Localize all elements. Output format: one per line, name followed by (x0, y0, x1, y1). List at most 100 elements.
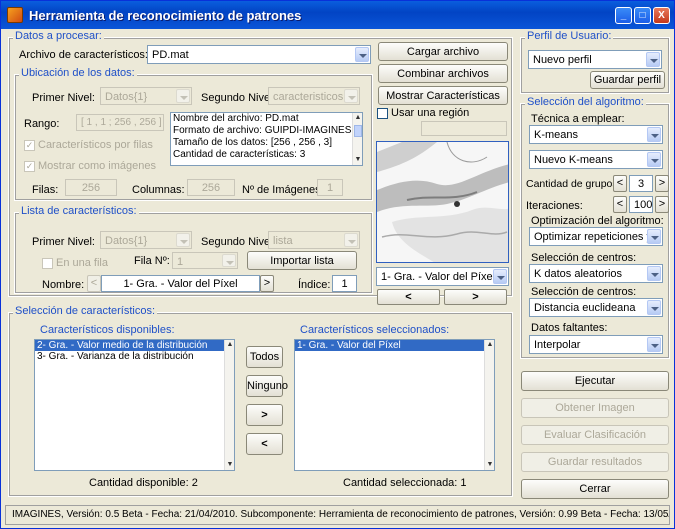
cantidad-disponible: Cantidad disponible: 2 (89, 477, 198, 489)
lista-segundo-select[interactable]: lista (268, 231, 360, 249)
chevron-down-icon (647, 152, 661, 167)
centros-select[interactable]: K datos aleatorios (529, 264, 663, 283)
title-bar[interactable]: Herramienta de reconocimiento de patrone… (1, 1, 674, 29)
chevron-down-icon (646, 52, 660, 67)
chevron-down-icon (176, 89, 190, 103)
scroll-up-icon[interactable]: ▲ (225, 340, 234, 350)
checkmark-icon: ✓ (24, 160, 35, 172)
combinar-archivos-button[interactable]: Combinar archivos (378, 64, 508, 83)
region-input[interactable] (421, 121, 507, 136)
segundo-nivel-label: Segundo Nivel: (201, 92, 276, 104)
guardar-perfil-button[interactable]: Guardar perfil (590, 71, 665, 89)
seleccionados-listbox[interactable]: 1- Gra. - Valor del Píxel ▲ ▼ (294, 339, 495, 471)
seleccionados-label: Característicos seleccionados: (300, 324, 450, 336)
info-line: Formato de archivo: GUIPDI-IMAGINES (173, 125, 352, 136)
scroll-down-icon[interactable]: ▼ (225, 460, 234, 470)
info-scrollbar[interactable]: ▲ ▼ (352, 113, 362, 165)
kmeans-variant-select[interactable]: Nuevo K-means (529, 150, 663, 169)
indice-label: Índice: (298, 279, 331, 291)
preview-select-value: 1- Gra. - Valor del Píxel (381, 271, 496, 283)
scroll-up-icon[interactable]: ▲ (485, 340, 494, 350)
preview-select[interactable]: 1- Gra. - Valor del Píxel (376, 267, 509, 286)
remove-feature-button[interactable]: < (246, 433, 283, 455)
list-item[interactable]: 2- Gra. - Valor medio de la distribución (35, 340, 234, 351)
chk-fila[interactable]: En una fila (42, 257, 108, 269)
iter-inc-button[interactable]: > (655, 196, 669, 213)
scroll-down-icon[interactable]: ▼ (485, 460, 494, 470)
info-listbox[interactable]: Nombre del archivo: PD.mat Formato de ar… (170, 112, 363, 166)
ejecutar-button[interactable]: Ejecutar (521, 371, 669, 391)
chk-filas-label: Característicos por filas (38, 139, 153, 151)
checkbox-icon (377, 107, 388, 119)
grupos-inc-button[interactable]: > (655, 175, 669, 192)
evaluar-clasificacion-button[interactable]: Evaluar Clasificación (521, 425, 669, 445)
scroll-thumb[interactable] (354, 125, 362, 137)
close-button[interactable]: X (653, 7, 670, 24)
ninguno-button[interactable]: Ninguno (246, 375, 288, 397)
primer-nivel-value: Datos{1} (105, 91, 148, 103)
faltantes-select[interactable]: Interpolar (529, 335, 663, 354)
filas-label: Filas: (32, 184, 59, 196)
distancia-select[interactable]: Distancia euclideana (529, 298, 663, 317)
chk-imagenes[interactable]: ✓ Mostrar como imágenes (24, 160, 156, 172)
archivo-label: Archivo de característicos: (19, 49, 148, 61)
centros-value: K datos aleatorios (534, 268, 623, 280)
list-item[interactable]: 3- Gra. - Varianza de la distribución (35, 351, 234, 362)
perfil-select[interactable]: Nuevo perfil (528, 50, 662, 69)
minimize-button[interactable]: _ (615, 7, 632, 24)
scroll-up-icon[interactable]: ▲ (353, 113, 362, 123)
mostrar-caracteristicas-button[interactable]: Mostrar Características (378, 86, 508, 105)
columnas-input[interactable]: 256 (187, 179, 235, 196)
maximize-button[interactable]: □ (634, 7, 651, 24)
tecnica-value: K-means (534, 129, 579, 141)
main-window: Herramienta de reconocimiento de patrone… (0, 0, 675, 529)
filas-input[interactable]: 256 (65, 179, 117, 196)
lista-primer-select[interactable]: Datos{1} (100, 231, 192, 249)
chevron-down-icon (647, 127, 661, 142)
chk-fila-label: En una fila (56, 257, 108, 269)
fila-n-label: Fila Nº: (134, 255, 170, 267)
scroll-down-icon[interactable]: ▼ (353, 155, 362, 165)
kmeans-variant-value: Nuevo K-means (534, 154, 613, 166)
fila-n-value: 1 (177, 256, 184, 268)
chk-region[interactable]: Usar una región (377, 107, 469, 119)
preview-prev-button[interactable]: < (377, 289, 440, 305)
ubicacion-legend: Ubicación de los datos: (19, 67, 137, 79)
chk-filas[interactable]: ✓ Característicos por filas (24, 139, 153, 151)
nombre-next-button[interactable]: > (260, 275, 274, 292)
optimizacion-select[interactable]: Optimizar repeticiones y ... (529, 227, 663, 246)
primer-nivel-label: Primer Nivel: (32, 92, 95, 104)
nombre-prev-button[interactable]: < (87, 275, 101, 292)
algoritmo-legend: Selección del algoritmo: (525, 96, 646, 108)
cerrar-button[interactable]: Cerrar (521, 479, 669, 499)
seleccionados-scrollbar[interactable]: ▲ ▼ (484, 340, 494, 470)
nimg-input[interactable]: 1 (317, 179, 343, 196)
iteraciones-input[interactable]: 100 (629, 196, 653, 213)
list-item[interactable]: 1- Gra. - Valor del Píxel (295, 340, 494, 351)
chevron-down-icon (344, 233, 358, 247)
todos-button[interactable]: Todos (246, 346, 283, 368)
tecnica-select[interactable]: K-means (529, 125, 663, 144)
chevron-down-icon (344, 89, 358, 103)
disponibles-scrollbar[interactable]: ▲ ▼ (224, 340, 234, 470)
add-feature-button[interactable]: > (246, 404, 283, 426)
primer-nivel-select[interactable]: Datos{1} (100, 87, 192, 105)
fila-n-select[interactable]: 1 (172, 252, 238, 269)
chevron-down-icon (176, 233, 190, 247)
importar-lista-button[interactable]: Importar lista (247, 251, 357, 270)
grupos-dec-button[interactable]: < (613, 175, 627, 192)
obtener-imagen-button[interactable]: Obtener Imagen (521, 398, 669, 418)
optimizacion-value: Optimizar repeticiones y ... (534, 231, 663, 243)
rango-input[interactable]: [ 1 , 1 ; 256 , 256 ] (76, 114, 164, 131)
preview-next-button[interactable]: > (444, 289, 507, 305)
guardar-resultados-button[interactable]: Guardar resultados (521, 452, 669, 472)
cargar-archivo-button[interactable]: Cargar archivo (378, 42, 508, 61)
iter-dec-button[interactable]: < (613, 196, 627, 213)
archivo-select[interactable]: PD.mat (147, 45, 371, 64)
nimg-label: Nº de Imágenes: (242, 184, 324, 196)
segundo-nivel-select[interactable]: caracteristicos (268, 87, 360, 105)
grupos-input[interactable]: 3 (629, 175, 653, 192)
disponibles-listbox[interactable]: 2- Gra. - Valor medio de la distribución… (34, 339, 235, 471)
nombre-input[interactable]: 1- Gra. - Valor del Píxel (101, 275, 260, 292)
indice-input[interactable]: 1 (332, 275, 357, 292)
